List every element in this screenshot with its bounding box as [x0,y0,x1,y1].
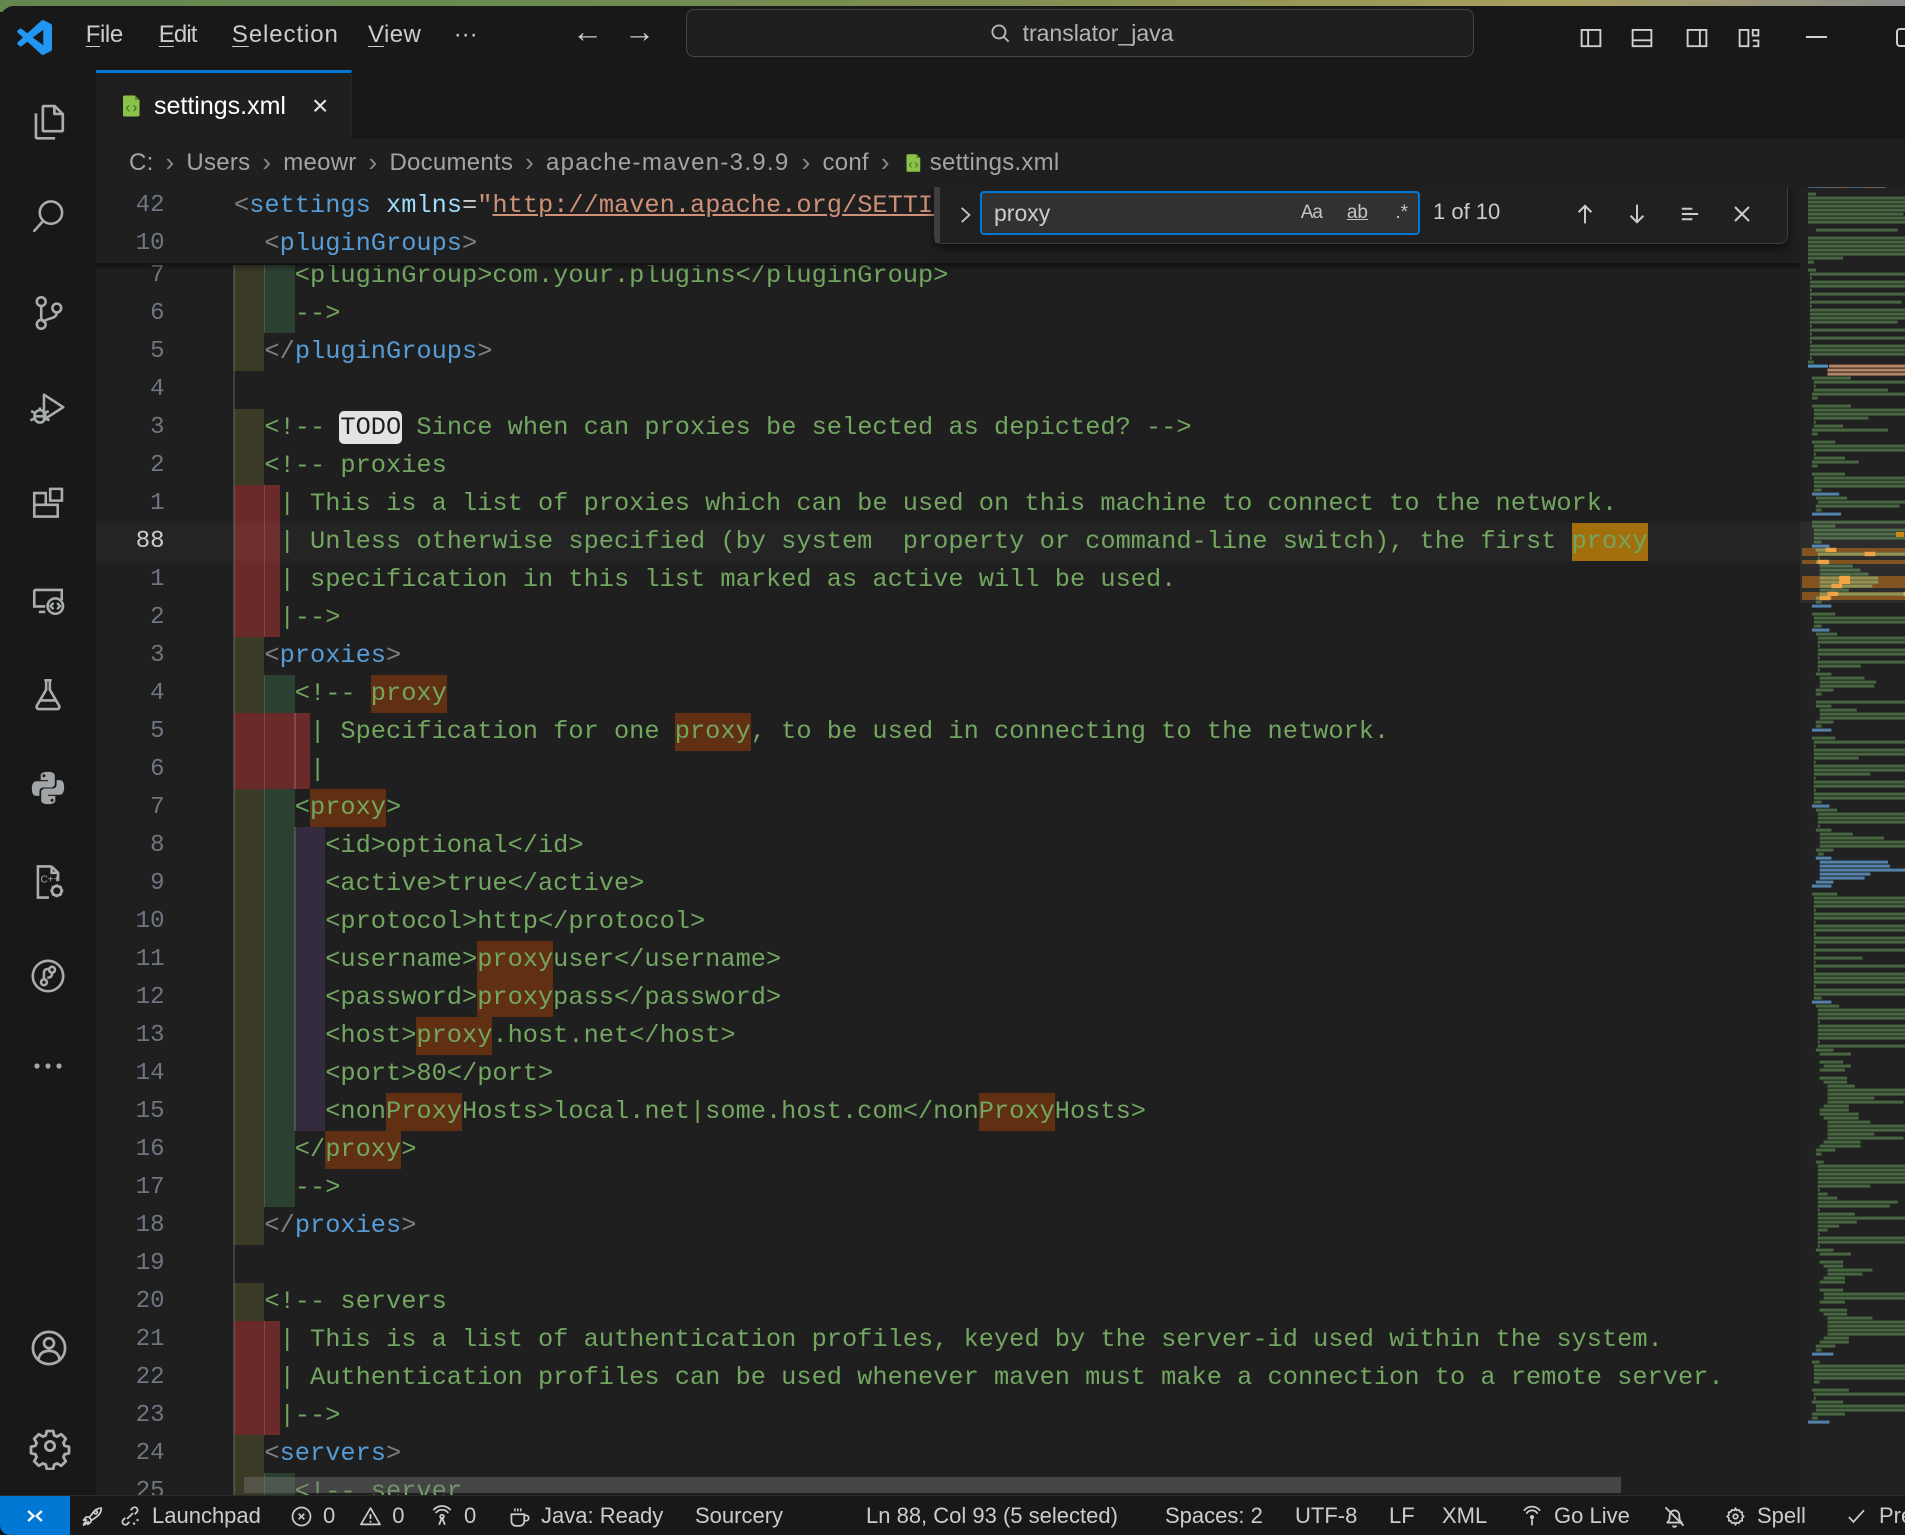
svg-text:C++: C++ [41,874,60,885]
